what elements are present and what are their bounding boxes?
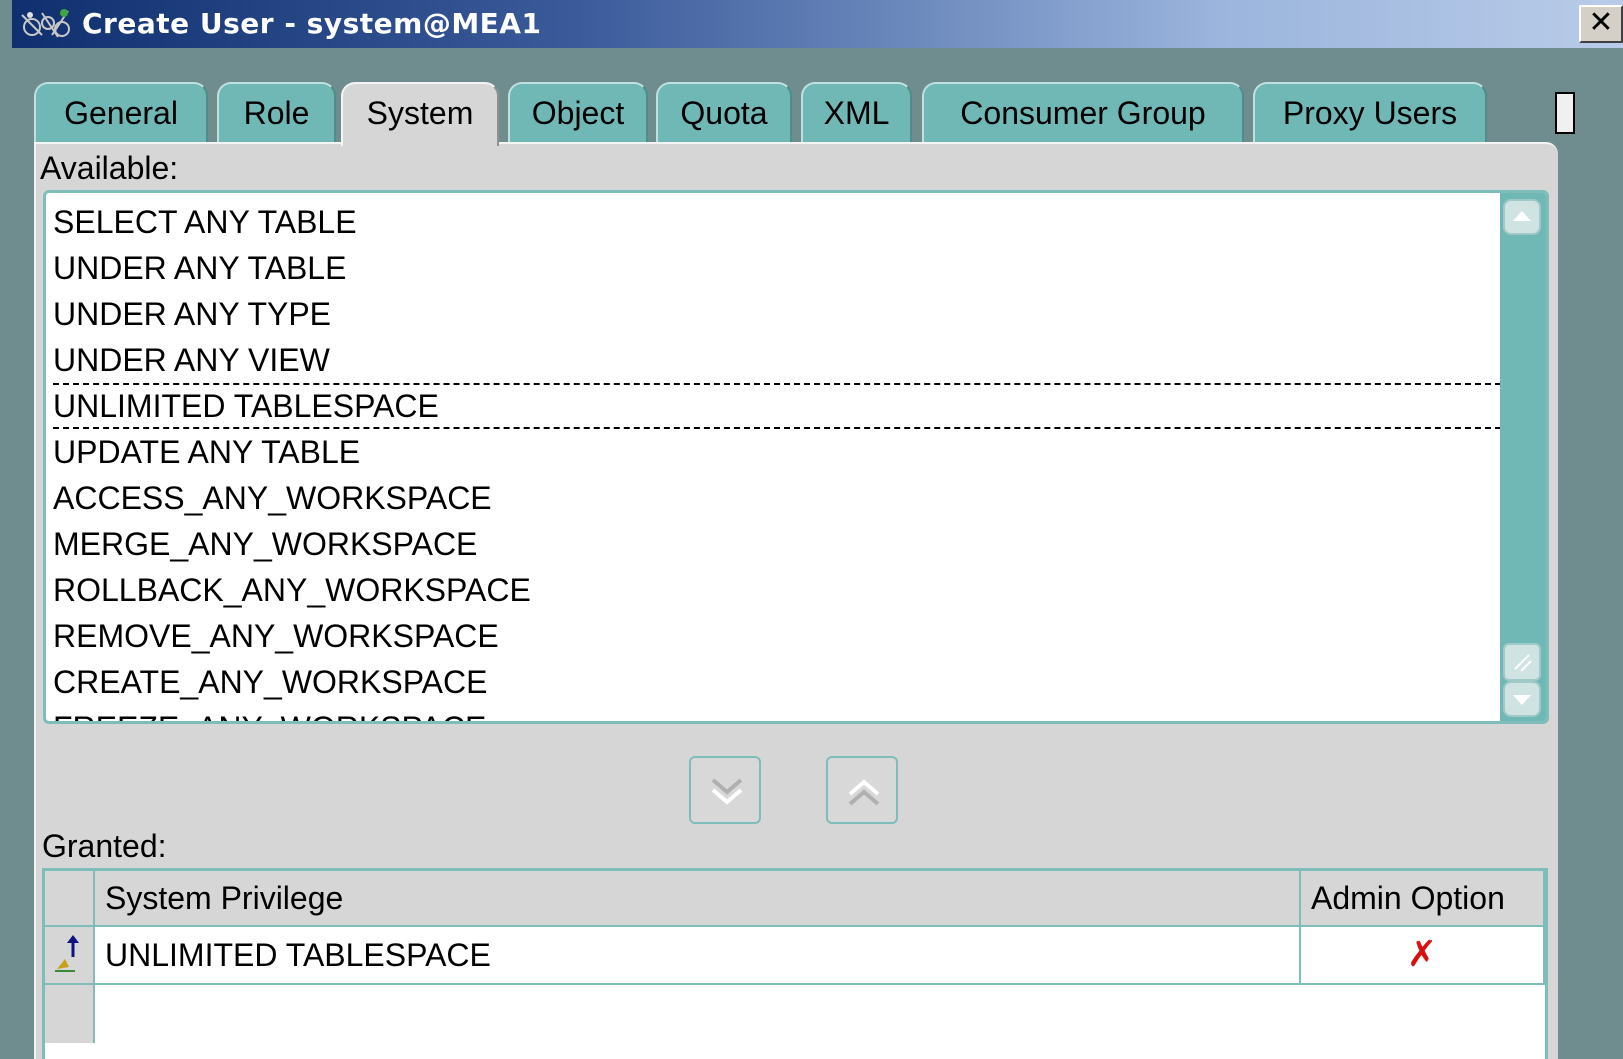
granted-label: Granted:: [42, 828, 167, 864]
column-header-system-privilege[interactable]: System Privilege: [95, 871, 1301, 927]
grip-icon: [1514, 654, 1532, 672]
x-mark-icon: ✗: [1406, 934, 1438, 975]
tab-scroll-button[interactable]: [1555, 92, 1575, 134]
scroll-thumb[interactable]: [1503, 643, 1541, 681]
revoke-button[interactable]: [826, 756, 898, 824]
tab-system[interactable]: System: [341, 82, 499, 146]
list-item[interactable]: UNDER ANY TABLE: [53, 245, 1501, 291]
triangle-down-icon: [1513, 695, 1531, 705]
create-user-window: Create User - system@MEA1 ✕ General Role…: [0, 0, 1623, 1059]
list-item-focused[interactable]: UNLIMITED TABLESPACE: [53, 383, 1501, 429]
close-icon: ✕: [1588, 5, 1614, 40]
tab-proxy-users[interactable]: Proxy Users: [1253, 82, 1487, 142]
list-item[interactable]: UPDATE ANY TABLE: [53, 429, 1501, 475]
list-item[interactable]: ACCESS_ANY_WORKSPACE: [53, 475, 1501, 521]
title-bar[interactable]: Create User - system@MEA1 ✕: [12, 0, 1623, 48]
available-list-items: SELECT ANY TABLE UNDER ANY TABLE UNDER A…: [53, 199, 1501, 721]
available-privileges-list[interactable]: SELECT ANY TABLE UNDER ANY TABLE UNDER A…: [43, 190, 1549, 724]
tab-xml[interactable]: XML: [801, 82, 912, 142]
tab-general[interactable]: General: [34, 82, 208, 142]
grant-button[interactable]: [689, 756, 761, 824]
row-header[interactable]: [45, 927, 95, 985]
tab-consumer-group[interactable]: Consumer Group: [922, 82, 1244, 142]
scroll-down-button[interactable]: [1503, 681, 1541, 717]
chevron-double-down-icon: [711, 778, 743, 805]
available-label: Available:: [40, 150, 179, 186]
list-item[interactable]: ROLLBACK_ANY_WORKSPACE: [53, 567, 1501, 613]
granted-privileges-grid: System Privilege Admin Option UNLIMITED …: [42, 868, 1548, 1059]
list-item[interactable]: CREATE_ANY_WORKSPACE: [53, 659, 1501, 705]
tab-quota[interactable]: Quota: [656, 82, 792, 142]
list-item[interactable]: SELECT ANY TABLE: [53, 199, 1501, 245]
vertical-scrollbar[interactable]: [1500, 193, 1546, 721]
window-title: Create User - system@MEA1: [82, 7, 542, 40]
close-button[interactable]: ✕: [1579, 5, 1623, 43]
revoke-row-icon: [55, 935, 79, 972]
grid-corner-cell: [45, 871, 95, 927]
tab-object[interactable]: Object: [508, 82, 648, 142]
app-icon: [18, 5, 76, 43]
list-item[interactable]: REMOVE_ANY_WORKSPACE: [53, 613, 1501, 659]
list-item[interactable]: UNDER ANY TYPE: [53, 291, 1501, 337]
row-header-empty[interactable]: [45, 985, 95, 1043]
list-item[interactable]: FREEZE_ANY_WORKSPACE: [53, 705, 1501, 721]
column-header-admin-option[interactable]: Admin Option: [1301, 871, 1545, 927]
list-item[interactable]: MERGE_ANY_WORKSPACE: [53, 521, 1501, 567]
scroll-up-button[interactable]: [1503, 199, 1541, 235]
chevron-double-up-icon: [848, 779, 880, 806]
tab-role[interactable]: Role: [217, 82, 336, 142]
granted-privilege-cell[interactable]: UNLIMITED TABLESPACE: [95, 927, 1301, 985]
triangle-up-icon: [1513, 211, 1531, 221]
admin-option-cell[interactable]: ✗: [1301, 927, 1545, 985]
list-item[interactable]: UNDER ANY VIEW: [53, 337, 1501, 383]
